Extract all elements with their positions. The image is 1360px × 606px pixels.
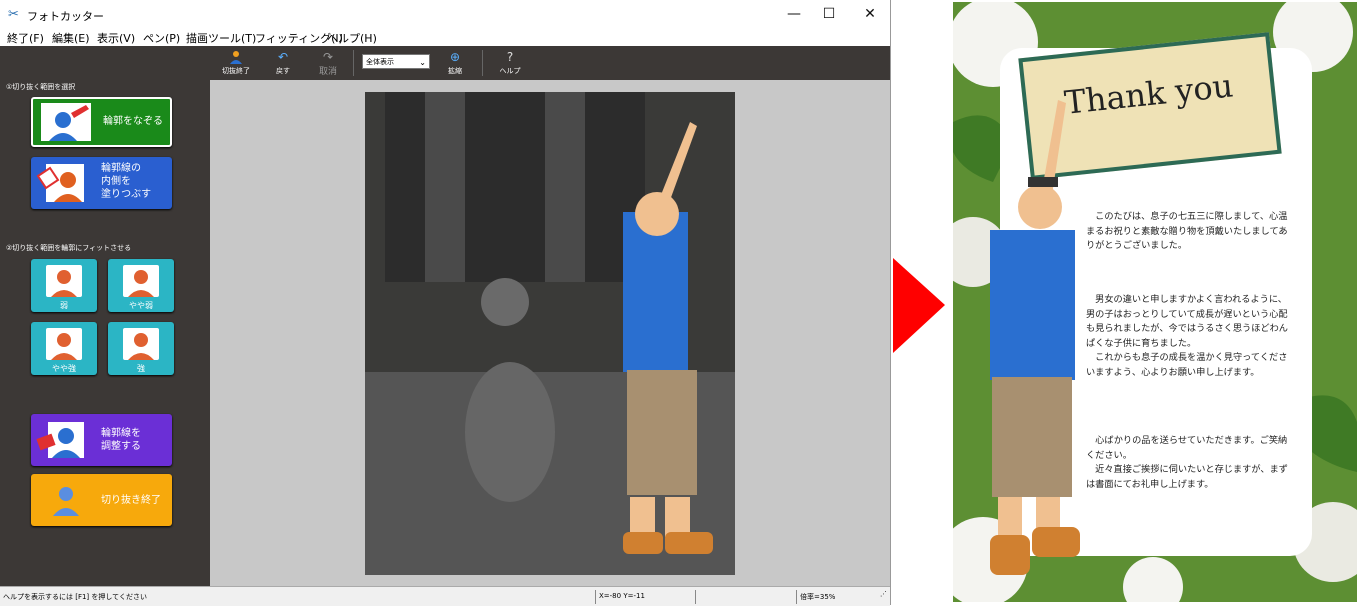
fit-slightly-weak-button[interactable]: やや弱 [108,259,174,312]
fit-strong-label: 強 [137,364,145,373]
toolbar-finish-label: 切抜終了 [222,67,250,75]
letter-paragraph-1: このたびは、息子の七五三に際しまして、心温まるお祝りと素敵な贈り物を頂戴いたしま… [1086,211,1288,251]
fit-weak-person-icon [46,265,82,297]
toolbar-divider [353,50,354,76]
section-select-label: ①切り抜く範囲を選択 [6,83,76,91]
fit-slightly-weak-label: やや弱 [129,301,153,310]
menu-bar: 終了(F) 編集(E) 表示(V) ペン(P) 描画ツール(T) フィッティング… [0,28,890,46]
undo-icon: ↶ [277,50,289,64]
adjust-outline-icon [36,420,88,460]
minimize-button[interactable]: — [778,4,810,24]
fill-inside-button[interactable]: 輪郭線の 内側を 塗りつぶす [31,157,172,209]
toolbar-cancel-button[interactable]: ↷ 取消 [308,50,348,77]
toolbar-finish-button[interactable]: 切抜終了 [216,50,256,76]
status-divider [796,590,797,604]
toolbar-help-button[interactable]: ? ヘルプ [490,50,530,76]
letter-paragraph-2: 男女の違いと申しますかよく言われるように、男の子はおっとりしていて成長が遅いとい… [1086,294,1288,378]
fit-weak-button[interactable]: 弱 [31,259,97,312]
toolbar-undo-button[interactable]: ↶ 戻す [263,50,303,76]
adjust-outline-button[interactable]: 輪郭線を 調整する [31,414,172,466]
magnifier-icon: ⊕ [449,50,461,64]
fit-slightly-strong-person-icon [46,328,82,360]
zoom-select[interactable]: 全体表示 ⌄ [362,54,430,69]
fit-strong-person-icon [123,328,159,360]
trace-person-icon [41,103,91,141]
menu-draw-tools[interactable]: 描画ツール(T) [186,30,256,46]
trace-outline-button[interactable]: 輪郭をなぞる [31,97,172,147]
menu-view[interactable]: 表示(V) [97,30,135,46]
menu-help[interactable]: ヘルプ(H) [327,30,377,46]
status-divider [595,590,596,604]
chevron-down-icon: ⌄ [419,58,426,67]
help-pointer-icon: ? [506,50,514,64]
status-coords: X=-80 Y=-11 [599,592,645,600]
status-bar: ヘルプを表示するには [F1] を押してください X=-80 Y=-11 倍率=… [0,586,890,606]
toolbar-undo-label: 戻す [276,67,290,75]
finish-cut-button[interactable]: 切り抜き終了 [31,474,172,526]
fill-bucket-icon [36,162,88,204]
toolbar-help-label: ヘルプ [499,67,521,75]
maximize-button[interactable]: ☐ [813,4,845,24]
section-fit-label: ②切り抜く範囲を輪郭にフィットさせる [6,244,132,252]
toolbar-cancel-label: 取消 [318,67,337,77]
cutout-boy-image [970,95,1085,585]
sidebar: ①切り抜く範囲を選択 輪郭をなぞる 輪郭線の 内側を 塗りつぶす ②切り抜く範囲… [0,46,210,586]
scissors-icon: ✂ [8,7,19,22]
window-title: フォトカッター [27,10,104,23]
photo-image[interactable] [365,92,735,575]
fit-slightly-strong-button[interactable]: やや強 [31,322,97,375]
resize-grip-icon[interactable]: ⋰ [880,590,887,598]
fit-weak-label: 弱 [60,301,68,310]
person-cut-icon [216,50,256,64]
menu-edit[interactable]: 編集(E) [52,30,90,46]
arrow-right-icon [893,258,945,357]
app-window: ✂ フォトカッター — ☐ ✕ 終了(F) 編集(E) 表示(V) ペン(P) … [0,0,891,606]
close-button[interactable]: ✕ [854,4,886,24]
menu-pen[interactable]: ペン(P) [143,30,180,46]
toolbar-divider [482,50,483,76]
fill-inside-label: 輪郭線の 内側を 塗りつぶす [101,163,152,200]
toolbar-zoom-button[interactable]: ⊕ 拡縮 [435,50,475,76]
zoom-select-value: 全体表示 [366,58,394,66]
finish-cut-label: 切り抜き終了 [101,495,161,506]
status-zoom: 倍率=35% [800,593,836,601]
adjust-outline-label: 輪郭線を 調整する [101,428,141,452]
title-bar: ✂ フォトカッター — ☐ ✕ [0,0,890,28]
fit-slightly-strong-label: やや強 [52,364,76,373]
status-help-hint: ヘルプを表示するには [F1] を押してください [3,593,147,601]
finish-person-icon [51,484,81,516]
status-divider [695,590,696,604]
toolbar-zoom-label: 拡縮 [448,67,462,75]
menu-exit[interactable]: 終了(F) [7,30,44,46]
letter-paragraph-3: 心ばかりの品を送らせていただきます。ご笑納ください。 近々直接ご挨拶に伺いたいと… [1086,435,1288,490]
trace-outline-label: 輪郭をなぞる [103,116,163,127]
redo-icon: ↷ [322,50,334,64]
fit-slightly-weak-person-icon [123,265,159,297]
fit-strong-button[interactable]: 強 [108,322,174,375]
